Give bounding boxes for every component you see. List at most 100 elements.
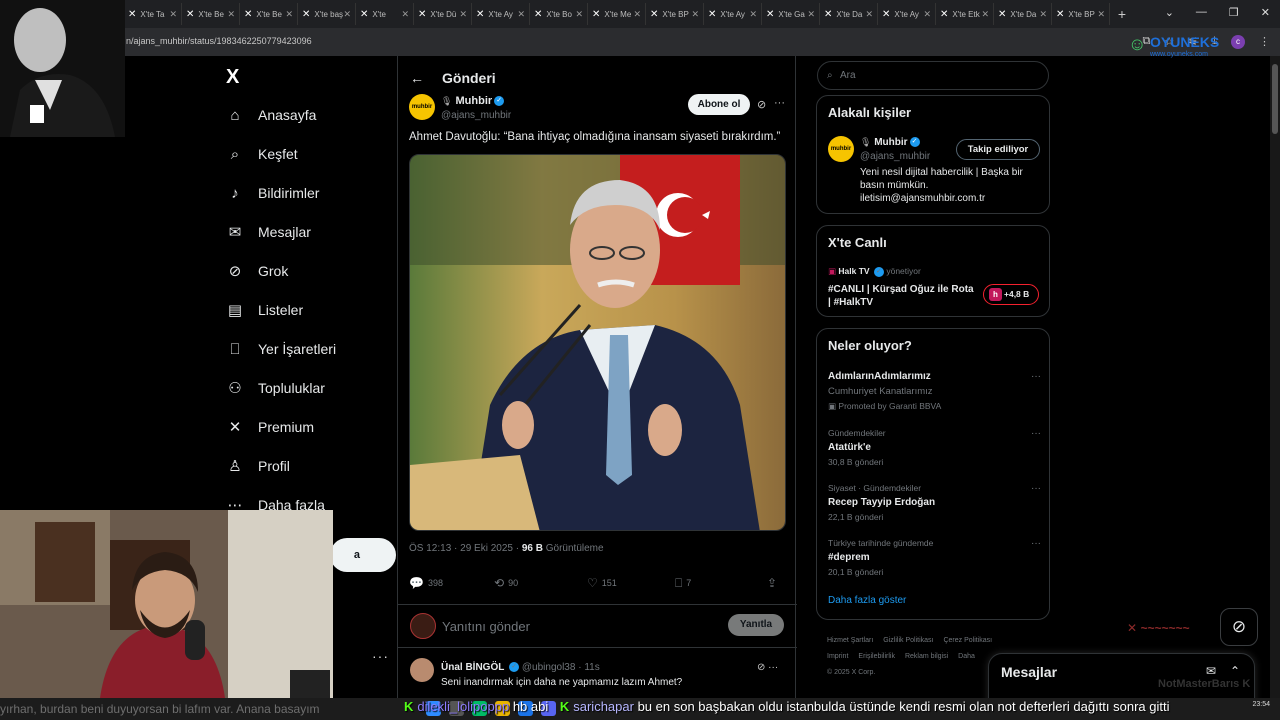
tab-close-icon[interactable]: ✕ (691, 9, 699, 20)
trend-item[interactable]: AdımlarınAdımlarımız Cumhuriyet Kanatlar… (828, 371, 1041, 412)
tab-close-icon[interactable]: ✕ (227, 9, 235, 20)
url-field[interactable]: n/ajans_muhbir/status/198346225077942309… (126, 36, 312, 46)
tab-close-icon[interactable]: ✕ (285, 9, 293, 20)
author-name[interactable]: Muhbir (456, 95, 493, 107)
reply-action[interactable]: 💬 398 (409, 576, 494, 590)
browser-tab[interactable]: ✕ X'te Etk ✕ (936, 3, 994, 25)
footer-link[interactable]: Erişilebilirlik (858, 653, 895, 660)
browser-tab[interactable]: ✕ X'te Da ✕ (820, 3, 878, 25)
related-avatar[interactable]: muhbir (828, 136, 854, 162)
tab-close-icon[interactable]: ✕ (459, 9, 467, 20)
new-tab-icon[interactable]: + (1110, 6, 1134, 22)
chevron-down-icon[interactable]: ⌄ (1165, 6, 1174, 19)
following-button[interactable]: Takip ediliyor (956, 139, 1040, 160)
like-action[interactable]: ♡ 151 (587, 576, 675, 590)
post-button[interactable]: a (330, 538, 396, 572)
user-avatar[interactable] (410, 613, 436, 639)
reply-input[interactable]: Yanıtını gönder (442, 619, 530, 634)
nav-item-grok[interactable]: ⊘ Grok (226, 259, 289, 283)
tab-close-icon[interactable]: ✕ (981, 9, 989, 20)
nav-item-keşfet[interactable]: ⌕ Keşfet (226, 142, 298, 166)
browser-tab[interactable]: ✕ X'te Me ✕ (588, 3, 646, 25)
nav-item-yer-i-şaretleri[interactable]: ⎕ Yer İşaretleri (226, 337, 336, 361)
scroll-thumb[interactable] (1272, 64, 1278, 134)
footer-link[interactable]: © 2025 X Corp. (827, 669, 875, 676)
tab-close-icon[interactable]: ✕ (1039, 9, 1047, 20)
tab-close-icon[interactable]: ✕ (807, 9, 815, 20)
live-source-name[interactable]: Halk TV (838, 266, 869, 276)
browser-tab[interactable]: ✕ X'te Be ✕ (182, 3, 240, 25)
show-more-link[interactable]: Daha fazla göster (828, 595, 906, 606)
author-avatar[interactable]: muhbir (409, 94, 435, 120)
related-handle[interactable]: @ajans_muhbir (860, 151, 930, 162)
live-listeners-badge[interactable]: h +4,8 B (983, 284, 1039, 305)
restore-icon[interactable]: ❐ (1229, 6, 1239, 19)
trend-more-icon[interactable]: ··· (1031, 428, 1041, 439)
profile-avatar[interactable]: c (1231, 35, 1245, 49)
footer-link[interactable]: Reklam bilgisi (905, 653, 948, 660)
footer-link[interactable]: Hizmet Şartları (827, 637, 873, 644)
tab-close-icon[interactable]: ✕ (169, 9, 177, 20)
footer-link[interactable]: Çerez Politikası (943, 637, 992, 644)
browser-tab[interactable]: ✕ X'te Ta ✕ (124, 3, 182, 25)
trend-more-icon[interactable]: ··· (1031, 371, 1041, 382)
nav-item-mesajlar[interactable]: ✉ Mesajlar (226, 220, 311, 244)
author-handle[interactable]: @ajans_muhbir (441, 110, 511, 121)
subscribe-button[interactable]: Abone ol (688, 94, 750, 115)
footer-link[interactable]: Gizlilik Politikası (883, 637, 933, 644)
share-action[interactable]: ⇪ (767, 576, 777, 590)
nav-item-premium[interactable]: ✕ Premium (226, 415, 314, 439)
browser-tab[interactable]: ✕ X'te Ay ✕ (878, 3, 936, 25)
browser-tab[interactable]: ✕ X'te BP ✕ (1052, 3, 1110, 25)
account-more-icon[interactable]: ··· (372, 648, 389, 664)
scrollbar[interactable] (1270, 56, 1280, 720)
tab-close-icon[interactable]: ✕ (401, 9, 409, 20)
system-clock[interactable]: 23:54 (1252, 700, 1270, 709)
browser-tab[interactable]: ✕ X'te BP ✕ (646, 3, 704, 25)
related-name[interactable]: Muhbir (874, 137, 907, 148)
trend-item[interactable]: Türkiye tarihinde gündemde #deprem 20,1 … (828, 538, 1041, 577)
reply-author-name[interactable]: Ünal BİNGÖL (441, 662, 504, 673)
grok-icon[interactable]: ⊘ (757, 98, 766, 111)
browser-tab[interactable]: ✕ X'te Dü ✕ (414, 3, 472, 25)
tab-close-icon[interactable]: ✕ (633, 9, 641, 20)
nav-item-bildirimler[interactable]: ♪ Bildirimler (226, 181, 319, 205)
nav-item-topluluklar[interactable]: ⚇ Topluluklar (226, 376, 325, 400)
browser-tab[interactable]: ✕ X'te Be ✕ (240, 3, 298, 25)
tab-close-icon[interactable]: ✕ (1097, 9, 1105, 20)
menu-icon[interactable]: ⋮ (1259, 35, 1270, 49)
back-arrow-icon[interactable]: ← (410, 70, 424, 86)
footer-link[interactable]: Daha (958, 653, 975, 660)
trend-more-icon[interactable]: ··· (1031, 483, 1041, 494)
grok-button[interactable]: ⊘ (1220, 608, 1258, 646)
bookmark-action[interactable]: ⎕ 7 (675, 576, 767, 591)
new-message-icon[interactable]: ✉ (1206, 664, 1216, 678)
footer-link[interactable]: Imprint (827, 653, 848, 660)
trend-more-icon[interactable]: ··· (1031, 538, 1041, 549)
trend-item[interactable]: Gündemdekiler Atatürk'e 30,8 B gönderi ·… (828, 428, 1041, 467)
tab-close-icon[interactable]: ✕ (575, 9, 583, 20)
browser-tab[interactable]: ✕ X'te baş ✕ (298, 3, 356, 25)
minimize-icon[interactable]: — (1196, 6, 1207, 19)
tab-close-icon[interactable]: ✕ (749, 9, 757, 20)
tab-close-icon[interactable]: ✕ (923, 9, 931, 20)
repost-action[interactable]: ⟲ 90 (494, 576, 587, 590)
nav-item-listeler[interactable]: ▤ Listeler (226, 298, 303, 322)
trend-item[interactable]: Siyaset · Gündemdekiler Recep Tayyip Erd… (828, 483, 1041, 522)
tab-close-icon[interactable]: ✕ (343, 9, 351, 20)
browser-tab[interactable]: ✕ X'te Da ✕ (994, 3, 1052, 25)
browser-tab[interactable]: ✕ X'te Ga ✕ (762, 3, 820, 25)
nav-item-anasayfa[interactable]: ⌂ Anasayfa (226, 103, 316, 127)
tweet-time[interactable]: ÖS 12:13 · 29 Eki 2025 · (409, 543, 522, 554)
nav-item-profil[interactable]: ♙ Profil (226, 454, 290, 478)
tab-close-icon[interactable]: ✕ (865, 9, 873, 20)
browser-tab[interactable]: ✕ X'te ✕ (356, 3, 414, 25)
reply-button[interactable]: Yanıtla (728, 614, 784, 636)
browser-tab[interactable]: ✕ X'te Bo ✕ (530, 3, 588, 25)
search-input[interactable]: ⌕ Ara (817, 61, 1049, 90)
reply-avatar[interactable] (410, 658, 434, 682)
tweet-photo[interactable] (409, 154, 786, 531)
live-stream-title[interactable]: #CANLI | Kürşad Oğuz ile Rota | #HalkTV (828, 283, 978, 309)
more-options-icon[interactable]: ··· (774, 97, 785, 109)
tab-close-icon[interactable]: ✕ (517, 9, 525, 20)
